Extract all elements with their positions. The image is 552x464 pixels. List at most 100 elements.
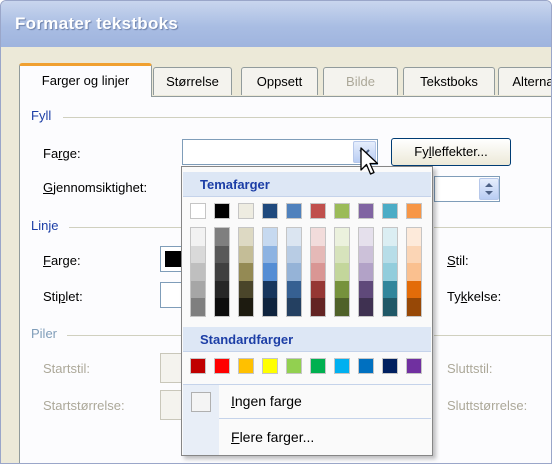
title-bar[interactable]: Formater tekstboks (1, 1, 551, 47)
theme-color-swatch[interactable] (190, 203, 206, 219)
theme-shade-swatch[interactable] (191, 298, 205, 316)
theme-color-swatch[interactable] (310, 203, 326, 219)
theme-shade-swatch[interactable] (359, 280, 373, 299)
theme-shade-swatch[interactable] (263, 263, 277, 281)
theme-shade-swatch[interactable] (335, 245, 349, 264)
standard-color-swatch[interactable] (310, 358, 326, 374)
theme-shade-column (190, 227, 206, 317)
theme-shade-swatch[interactable] (263, 280, 277, 299)
theme-shade-swatch[interactable] (263, 245, 277, 264)
standard-color-swatch[interactable] (238, 358, 254, 374)
theme-shade-swatch[interactable] (311, 228, 325, 246)
theme-shade-swatch[interactable] (239, 298, 253, 316)
standard-color-swatch[interactable] (406, 358, 422, 374)
tab-size[interactable]: Størrelse (153, 67, 232, 95)
theme-shade-swatch[interactable] (311, 263, 325, 281)
theme-shade-column (334, 227, 350, 317)
theme-shade-swatch[interactable] (335, 263, 349, 281)
fill-divider (63, 117, 551, 118)
theme-shade-swatch[interactable] (311, 298, 325, 316)
theme-shade-swatch[interactable] (359, 245, 373, 264)
theme-shade-swatch[interactable] (407, 263, 421, 281)
theme-color-swatch[interactable] (262, 203, 278, 219)
standard-color-swatch[interactable] (262, 358, 278, 374)
standard-color-swatch[interactable] (358, 358, 374, 374)
theme-shade-swatch[interactable] (239, 280, 253, 299)
theme-shade-swatch[interactable] (191, 280, 205, 299)
theme-shade-swatch[interactable] (263, 298, 277, 316)
theme-shade-swatch[interactable] (359, 263, 373, 281)
transparency-spinner[interactable] (479, 178, 499, 200)
transparency-label: Gjennomsiktighet: (43, 180, 148, 195)
theme-shade-swatch[interactable] (287, 298, 301, 316)
theme-color-swatch[interactable] (238, 203, 254, 219)
theme-color-swatch[interactable] (382, 203, 398, 219)
theme-color-swatch[interactable] (358, 203, 374, 219)
theme-shade-swatch[interactable] (239, 245, 253, 264)
standard-colors-heading: Standardfarger (183, 327, 431, 352)
theme-shade-swatch[interactable] (287, 263, 301, 281)
theme-shade-swatch[interactable] (287, 228, 301, 246)
dialog-title: Formater tekstboks (15, 14, 179, 33)
theme-shade-swatch[interactable] (383, 263, 397, 281)
theme-shade-swatch[interactable] (239, 263, 253, 281)
more-colors-option[interactable]: Flere farger... (183, 421, 431, 453)
theme-shade-swatch[interactable] (311, 245, 325, 264)
theme-shade-swatch[interactable] (359, 298, 373, 316)
start-style-label: Startstil: (43, 361, 90, 376)
line-divider (69, 227, 185, 228)
theme-shade-swatch[interactable] (407, 298, 421, 316)
theme-shade-swatch[interactable] (215, 228, 229, 246)
theme-shade-swatch[interactable] (239, 228, 253, 246)
dashed-label: Stiplet: (43, 289, 83, 304)
theme-color-swatch[interactable] (334, 203, 350, 219)
tab-layout[interactable]: Oppsett (241, 67, 318, 95)
fill-color-dropdown[interactable] (182, 139, 378, 165)
theme-shade-swatch[interactable] (383, 245, 397, 264)
theme-shade-swatch[interactable] (359, 228, 373, 246)
theme-color-swatch[interactable] (214, 203, 230, 219)
theme-shade-swatch[interactable] (335, 280, 349, 299)
palette-divider-2 (219, 418, 431, 419)
tab-alt-text[interactable]: Alterna (498, 67, 551, 95)
theme-colors-heading: Temafarger (183, 172, 431, 197)
standard-color-swatch[interactable] (214, 358, 230, 374)
theme-shade-swatch[interactable] (335, 298, 349, 316)
theme-shade-column (382, 227, 398, 317)
theme-shade-swatch[interactable] (287, 280, 301, 299)
theme-shade-swatch[interactable] (335, 228, 349, 246)
mouse-pointer-icon (360, 147, 379, 175)
theme-shade-column (406, 227, 422, 317)
standard-color-swatch[interactable] (334, 358, 350, 374)
theme-shade-swatch[interactable] (215, 245, 229, 264)
theme-shade-column (262, 227, 278, 317)
theme-shade-swatch[interactable] (383, 280, 397, 299)
tab-colors-and-lines[interactable]: Farger og linjer (19, 63, 152, 97)
fill-effects-button[interactable]: Fylleffekter... (391, 138, 511, 166)
more-colors-label: Flere farger... (231, 429, 315, 445)
theme-shade-swatch[interactable] (263, 228, 277, 246)
theme-shade-swatch[interactable] (383, 228, 397, 246)
theme-shade-swatch[interactable] (191, 228, 205, 246)
standard-color-swatch[interactable] (286, 358, 302, 374)
no-color-swatch (191, 392, 211, 412)
theme-shade-swatch[interactable] (311, 280, 325, 299)
theme-shade-swatch[interactable] (215, 280, 229, 299)
theme-shade-swatch[interactable] (407, 280, 421, 299)
theme-shade-swatch[interactable] (383, 298, 397, 316)
theme-shade-swatch[interactable] (191, 245, 205, 264)
standard-color-swatch[interactable] (190, 358, 206, 374)
theme-color-swatch[interactable] (286, 203, 302, 219)
theme-shade-swatch[interactable] (191, 263, 205, 281)
theme-shade-swatch[interactable] (407, 228, 421, 246)
theme-shade-swatch[interactable] (215, 298, 229, 316)
theme-color-swatch[interactable] (406, 203, 422, 219)
fill-heading: Fyll (31, 108, 52, 123)
no-color-option[interactable]: Ingen farge (183, 385, 431, 417)
theme-shade-swatch[interactable] (407, 245, 421, 264)
theme-shade-swatch[interactable] (215, 263, 229, 281)
tab-textbox[interactable]: Tekstboks (403, 67, 495, 95)
line-divider-right (434, 227, 551, 228)
standard-color-swatch[interactable] (382, 358, 398, 374)
theme-shade-swatch[interactable] (287, 245, 301, 264)
